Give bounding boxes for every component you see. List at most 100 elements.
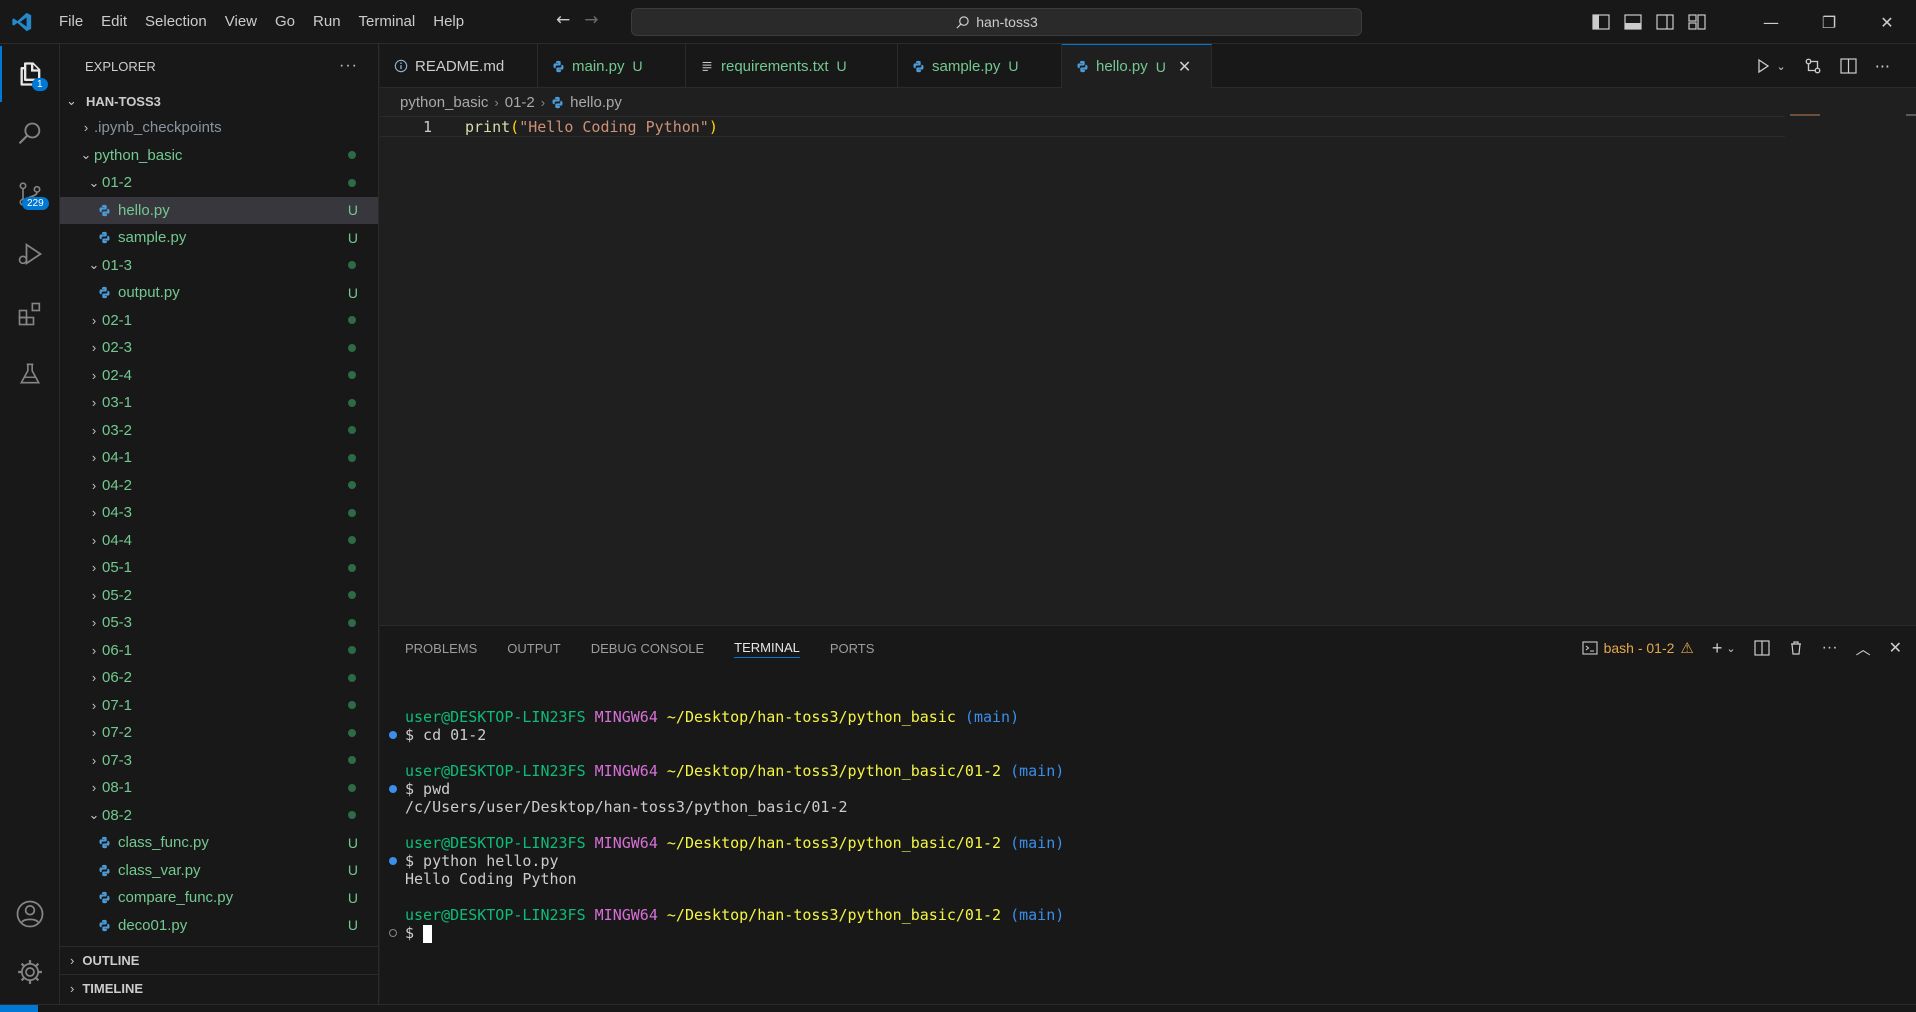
file-item[interactable]: compare_func.py U — [60, 884, 378, 912]
account-icon[interactable] — [0, 886, 60, 942]
folder-item[interactable]: › 08-1 — [60, 774, 378, 802]
remote-indicator[interactable] — [0, 1005, 38, 1012]
editor-tab[interactable]: README.md — [380, 44, 538, 88]
folder-item[interactable]: › 04-2 — [60, 472, 378, 500]
more-actions-icon[interactable]: ··· — [1875, 57, 1890, 76]
close-tab-icon[interactable]: ✕ — [1178, 57, 1191, 77]
timeline-section[interactable]: › TIMELINE — [60, 974, 379, 1002]
file-item[interactable]: deco01.py U — [60, 912, 378, 940]
split-terminal-icon[interactable] — [1753, 640, 1770, 656]
folder-item[interactable]: › 04-1 — [60, 444, 378, 472]
command-decoration-icon[interactable] — [389, 929, 397, 937]
menu-go[interactable]: Go — [266, 0, 304, 44]
toggle-secondary-sidebar-icon[interactable] — [1656, 14, 1674, 30]
new-terminal-icon[interactable]: + — [1712, 638, 1723, 659]
editor-tab[interactable]: hello.py U ✕ — [1062, 44, 1212, 88]
menu-view[interactable]: View — [216, 0, 266, 44]
menu-file[interactable]: File — [50, 0, 92, 44]
tab-terminal[interactable]: TERMINAL — [734, 638, 800, 658]
folder-item[interactable]: › 06-2 — [60, 664, 378, 692]
file-item[interactable]: hello.py U — [60, 196, 378, 224]
folder-item[interactable]: › 03-1 — [60, 389, 378, 417]
menu-run[interactable]: Run — [304, 0, 350, 44]
toggle-primary-sidebar-icon[interactable] — [1592, 14, 1610, 30]
folder-item[interactable]: ⌄ 01-2 — [60, 169, 378, 197]
outline-section[interactable]: › OUTLINE — [60, 946, 379, 974]
restore-icon[interactable]: ❐ — [1800, 0, 1858, 44]
breadcrumb-folder[interactable]: python_basic — [400, 94, 488, 111]
folder-item[interactable]: › 07-1 — [60, 692, 378, 720]
forward-arrow-icon[interactable]: → — [584, 10, 598, 30]
breadcrumb-subfolder[interactable]: 01-2 — [505, 94, 535, 111]
editor-tab[interactable]: sample.py U — [898, 44, 1062, 88]
search-icon[interactable] — [0, 106, 60, 162]
compare-changes-icon[interactable] — [1804, 57, 1822, 75]
tab-debug-console[interactable]: DEBUG CONSOLE — [591, 626, 704, 670]
code-line[interactable]: 1 print("Hello Coding Python") — [380, 116, 1785, 137]
explorer-icon[interactable]: 1 — [0, 46, 60, 102]
folder-item[interactable]: › 06-1 — [60, 637, 378, 665]
file-item[interactable]: class_var.py U — [60, 857, 378, 885]
minimap[interactable] — [1790, 114, 1820, 116]
tab-ports[interactable]: PORTS — [830, 626, 875, 670]
command-decoration-icon[interactable] — [389, 785, 397, 793]
back-arrow-icon[interactable]: ← — [556, 10, 570, 30]
split-editor-icon[interactable] — [1840, 58, 1857, 74]
tab-output[interactable]: OUTPUT — [507, 626, 560, 670]
file-item[interactable]: sample.py U — [60, 224, 378, 252]
folder-item[interactable]: › 04-4 — [60, 527, 378, 555]
menu-help[interactable]: Help — [424, 0, 473, 44]
folder-item[interactable]: ⌄ 08-2 — [60, 802, 378, 830]
close-panel-icon[interactable]: ✕ — [1889, 638, 1902, 658]
terminal-selector[interactable]: bash - 01-2 ⚠ — [1582, 639, 1694, 657]
file-item[interactable]: class_func.py U — [60, 829, 378, 857]
editor-tab[interactable]: requirements.txt U — [686, 44, 898, 88]
menu-terminal[interactable]: Terminal — [350, 0, 425, 44]
manage-gear-icon[interactable] — [0, 944, 60, 1000]
chevron-down-icon[interactable]: ⌄ — [1726, 642, 1735, 655]
extensions-icon[interactable] — [0, 286, 60, 342]
command-center-search[interactable]: han-toss3 — [631, 8, 1362, 36]
minimize-icon[interactable]: — — [1742, 0, 1800, 44]
workspace-root[interactable]: ⌄ HAN-TOSS3 — [60, 88, 378, 114]
run-python-file-icon[interactable] — [1755, 58, 1771, 74]
command-decoration-icon[interactable] — [389, 857, 397, 865]
folder-item[interactable]: › 02-3 — [60, 334, 378, 362]
folder-item[interactable]: ⌄ 01-3 — [60, 252, 378, 280]
folder-item[interactable]: › 05-1 — [60, 554, 378, 582]
more-actions-icon[interactable]: ··· — [1822, 639, 1838, 657]
close-window-icon[interactable]: ✕ — [1858, 0, 1916, 44]
folder-item[interactable]: › 07-3 — [60, 747, 378, 775]
trash-icon[interactable] — [1788, 640, 1804, 656]
editor-scrollbar[interactable] — [1906, 114, 1916, 116]
folder-item[interactable]: ⌄ python_basic — [60, 142, 378, 170]
run-debug-icon[interactable] — [0, 226, 60, 282]
toggle-panel-icon[interactable] — [1624, 14, 1642, 30]
source-control-badge: 229 — [22, 197, 49, 210]
more-actions-icon[interactable]: ··· — [339, 57, 358, 75]
code-paren-close: ) — [708, 117, 718, 136]
menu-selection[interactable]: Selection — [136, 0, 216, 44]
editor-tab[interactable]: main.py U — [538, 44, 686, 88]
source-control-icon[interactable]: 229 — [0, 166, 60, 222]
terminal-output[interactable]: user@DESKTOP-LIN23FS MINGW64 ~/Desktop/h… — [380, 670, 1916, 1005]
folder-item[interactable]: › 05-2 — [60, 582, 378, 610]
menu-edit[interactable]: Edit — [92, 0, 136, 44]
command-decoration-icon[interactable] — [389, 731, 397, 739]
folder-item[interactable]: › 02-4 — [60, 362, 378, 390]
code-content[interactable]: print("Hello Coding Python") — [465, 118, 718, 136]
maximize-panel-icon[interactable]: ︿ — [1856, 638, 1871, 659]
run-dropdown-chevron-icon[interactable]: ⌄ — [1777, 60, 1786, 73]
breadcrumb-file[interactable]: hello.py — [570, 94, 622, 111]
folder-item[interactable]: › 03-2 — [60, 417, 378, 445]
folder-item[interactable]: › 07-2 — [60, 719, 378, 747]
customize-layout-icon[interactable] — [1688, 14, 1706, 30]
tab-problems[interactable]: PROBLEMS — [405, 626, 477, 670]
folder-item[interactable]: › 05-3 — [60, 609, 378, 637]
folder-item[interactable]: › 04-3 — [60, 499, 378, 527]
folder-item[interactable]: › 02-1 — [60, 307, 378, 335]
folder-item[interactable]: › .ipynb_checkpoints — [60, 114, 378, 142]
code-editor[interactable]: 1 print("Hello Coding Python") — [380, 114, 1916, 624]
file-item[interactable]: output.py U — [60, 279, 378, 307]
testing-icon[interactable] — [0, 346, 60, 402]
